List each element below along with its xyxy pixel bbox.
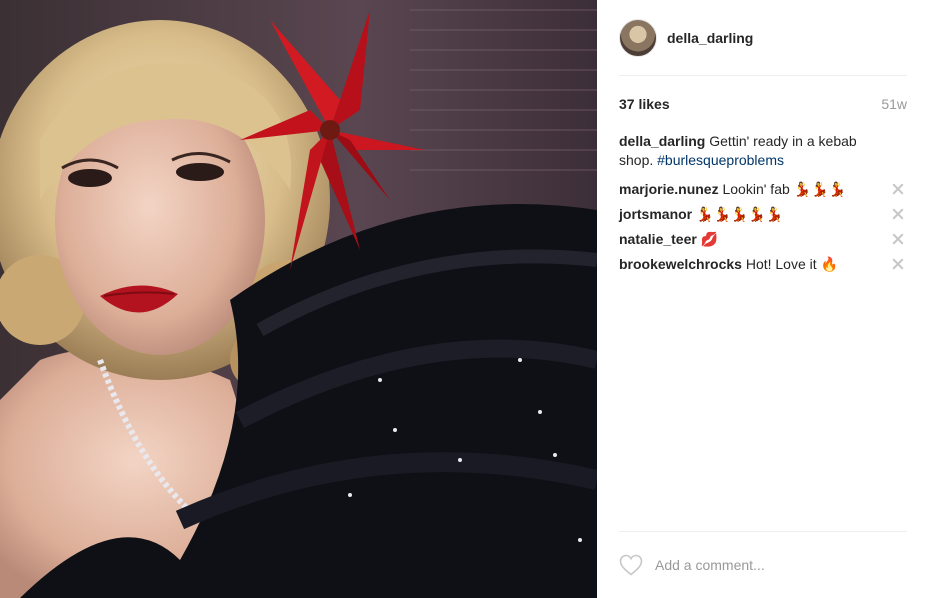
post-header: della_darling: [619, 16, 907, 76]
comment-username[interactable]: natalie_teer: [619, 231, 697, 247]
likes-count[interactable]: 37 likes: [619, 96, 670, 112]
post-stats: 37 likes 51w: [619, 96, 907, 112]
comment-username[interactable]: jortsmanor: [619, 206, 692, 222]
post-details-panel: della_darling 37 likes 51w della_darling…: [597, 0, 929, 598]
comment-list: della_darling Gettin' ready in a kebab s…: [619, 132, 907, 277]
comment-username[interactable]: brookewelchrocks: [619, 256, 742, 272]
comment-item: marjorie.nunez Lookin' fab 💃💃💃: [619, 177, 907, 202]
comment-item: brookewelchrocks Hot! Love it 🔥: [619, 252, 907, 277]
delete-comment-close-icon[interactable]: [891, 182, 905, 196]
comment-composer: [619, 531, 907, 598]
comment-item: natalie_teer 💋: [619, 227, 907, 252]
comment-username[interactable]: marjorie.nunez: [619, 181, 719, 197]
photo-illustration: [0, 0, 597, 598]
author-avatar[interactable]: [619, 18, 657, 57]
dancer-emoji-icon: 💃💃💃💃💃: [696, 206, 784, 223]
author-username[interactable]: della_darling: [667, 30, 753, 46]
heart-outline-icon[interactable]: [619, 554, 643, 576]
fire-emoji-icon: 🔥: [820, 256, 838, 273]
lips-emoji-icon: 💋: [700, 231, 719, 248]
comment-text: Lookin' fab: [722, 180, 790, 197]
comment-text: Hot! Love it: [745, 255, 817, 272]
dancer-emoji-icon: 💃💃💃: [793, 181, 846, 198]
post-caption: della_darling Gettin' ready in a kebab s…: [619, 132, 907, 170]
caption-hashtag[interactable]: #burlesqueproblems: [657, 152, 784, 168]
post-dialog: della_darling 37 likes 51w della_darling…: [0, 0, 929, 598]
delete-comment-close-icon[interactable]: [891, 207, 905, 221]
post-age[interactable]: 51w: [881, 96, 907, 112]
delete-comment-close-icon[interactable]: [891, 257, 905, 271]
add-comment-input[interactable]: [655, 557, 895, 573]
caption-username[interactable]: della_darling: [619, 133, 705, 149]
comment-item: jortsmanor 💃💃💃💃💃: [619, 202, 907, 227]
post-photo[interactable]: [0, 0, 597, 598]
delete-comment-close-icon[interactable]: [891, 232, 905, 246]
